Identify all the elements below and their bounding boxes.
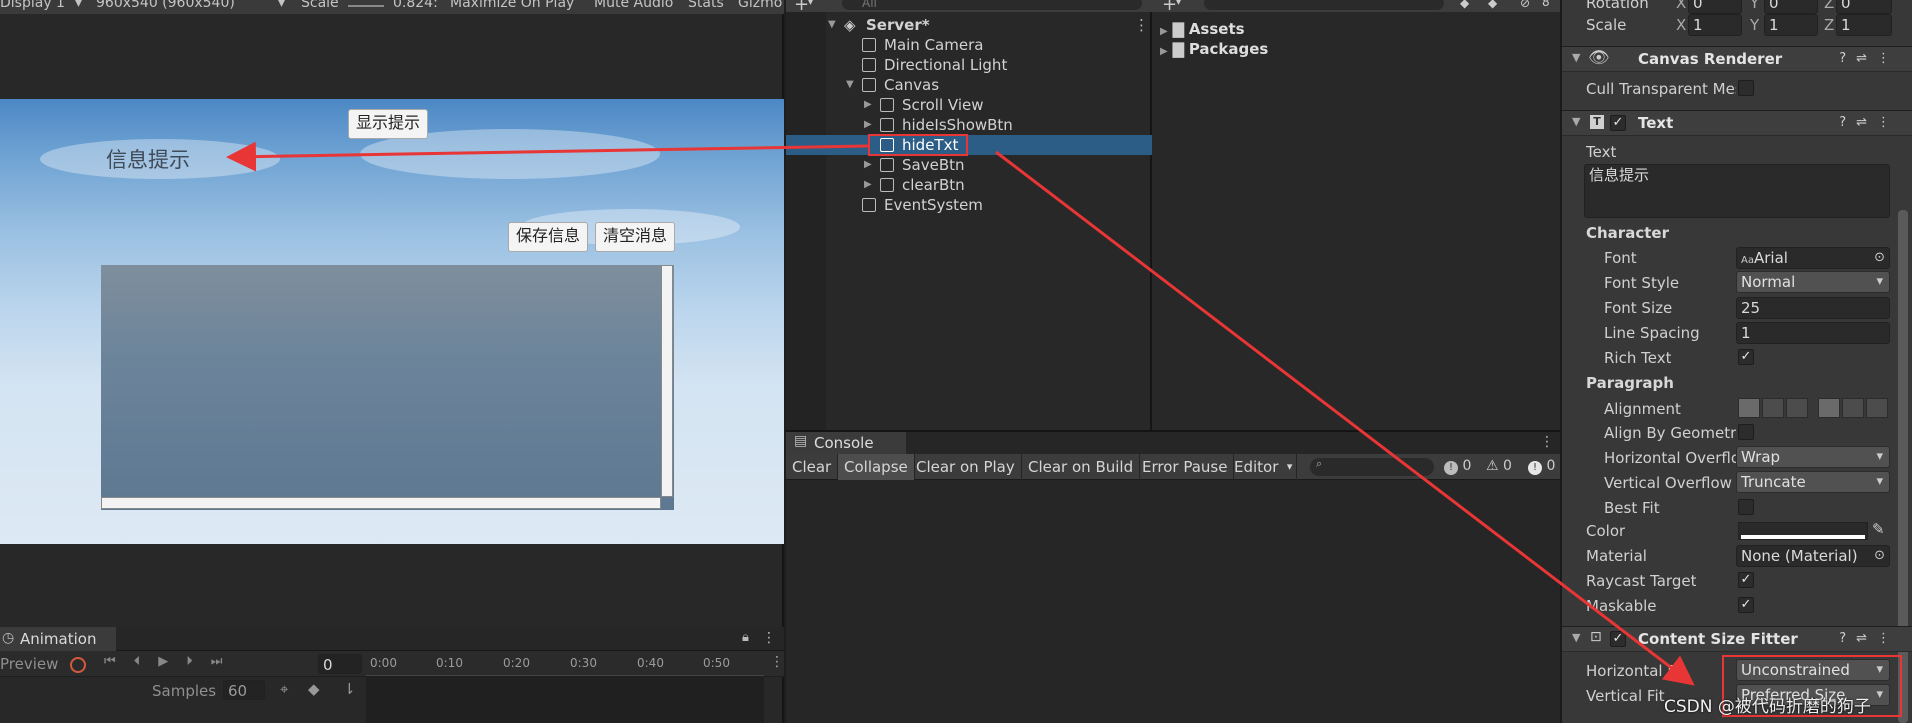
annotation-arrow <box>226 141 869 172</box>
annotation-arrows <box>226 141 1695 686</box>
annotation-arrow <box>995 150 1695 686</box>
watermark-text: CSDN @被代码折磨的狗子 <box>1664 697 1871 717</box>
